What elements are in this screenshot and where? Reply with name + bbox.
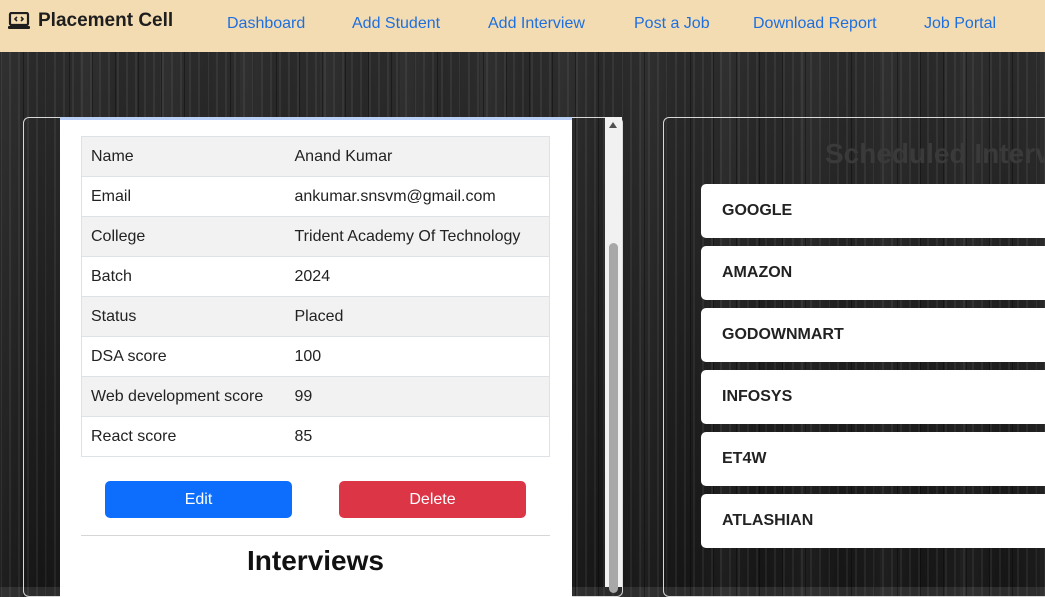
brand[interactable]: Placement Cell [8, 8, 173, 34]
row-value: 100 [285, 336, 550, 377]
row-label: College [81, 216, 286, 257]
row-label: DSA score [81, 336, 286, 377]
nav-link-add-student[interactable]: Add Student [352, 15, 440, 33]
row-label: Name [81, 136, 286, 177]
company-item[interactable]: INFOSYS [701, 370, 1045, 424]
scrollbar[interactable] [605, 117, 622, 593]
scheduled-interviews-heading: Scheduled Interv [825, 138, 1045, 169]
row-value: ankumar.snsvm@gmail.com [285, 176, 550, 217]
row-value: 99 [285, 376, 550, 417]
divider [81, 535, 550, 536]
row-label: Email [81, 176, 286, 217]
table-row: React score 85 [81, 416, 550, 457]
scroll-thumb[interactable] [609, 243, 618, 593]
edit-button[interactable]: Edit [105, 481, 292, 518]
row-value: Anand Kumar [285, 136, 550, 177]
table-row: Status Placed [81, 296, 550, 337]
laptop-code-icon [8, 11, 30, 30]
row-value: 85 [285, 416, 550, 457]
table-row: Web development score 99 [81, 376, 550, 417]
row-label: Batch [81, 256, 286, 297]
nav-link-dashboard[interactable]: Dashboard [227, 15, 305, 33]
table-row: College Trident Academy Of Technology [81, 216, 550, 257]
navbar: Placement Cell Dashboard Add Student Add… [0, 0, 1045, 52]
row-label: Web development score [81, 376, 286, 417]
nav-link-post-job[interactable]: Post a Job [634, 15, 710, 33]
row-value: Trident Academy Of Technology [285, 216, 550, 257]
company-item[interactable]: ET4W [701, 432, 1045, 486]
company-item[interactable]: AMAZON [701, 246, 1045, 300]
scroll-up-arrow-icon[interactable] [609, 122, 617, 128]
nav-link-job-portal[interactable]: Job Portal [924, 15, 996, 33]
company-item[interactable]: GODOWNMART [701, 308, 1045, 362]
row-label: Status [81, 296, 286, 337]
table-row: Batch 2024 [81, 256, 550, 297]
nav-link-add-interview[interactable]: Add Interview [488, 15, 585, 33]
student-info-table: Name Anand Kumar Email ankumar.snsvm@gma… [81, 136, 550, 457]
table-row: Name Anand Kumar [81, 136, 550, 177]
row-value: Placed [285, 296, 550, 337]
brand-title: Placement Cell [38, 10, 174, 31]
company-item[interactable]: ATLASHIAN [701, 494, 1045, 548]
interviews-heading: Interviews [247, 545, 384, 576]
company-item[interactable]: GOOGLE [701, 184, 1045, 238]
row-value: 2024 [285, 256, 550, 297]
table-row: Email ankumar.snsvm@gmail.com [81, 176, 550, 217]
row-label: React score [81, 416, 286, 457]
nav-link-download-report[interactable]: Download Report [753, 15, 877, 33]
table-row: DSA score 100 [81, 336, 550, 377]
delete-button[interactable]: Delete [339, 481, 526, 518]
